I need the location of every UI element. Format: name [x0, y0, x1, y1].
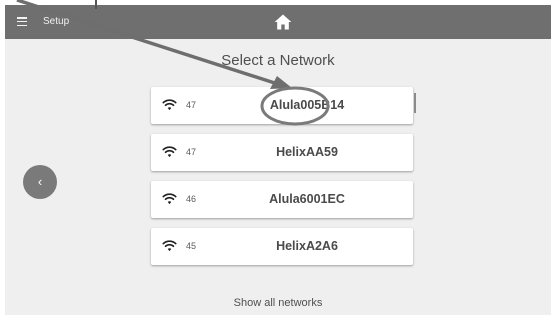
wifi-icon [162, 240, 177, 252]
hamburger-menu-icon[interactable] [17, 17, 27, 27]
network-name: Alula005B14 [269, 98, 345, 112]
network-item[interactable]: 47 Alula005B14 [151, 87, 413, 124]
network-name: HelixAA59 [276, 145, 338, 159]
signal-strength: 47 [186, 100, 197, 110]
home-icon[interactable] [273, 12, 293, 32]
signal-strength: 45 [186, 241, 197, 251]
network-name: Alula6001EC [269, 192, 345, 206]
chevron-left-icon: ‹ [37, 174, 43, 189]
wifi-icon [162, 193, 177, 205]
wifi-icon [162, 99, 177, 111]
network-item[interactable]: 47 HelixAA59 [151, 134, 413, 171]
signal-strength: 47 [186, 147, 197, 157]
show-all-networks-link[interactable]: Show all networks [5, 296, 551, 310]
network-name: HelixA2A6 [276, 239, 338, 253]
app-bar-title: Setup [43, 16, 70, 27]
setup-screen: Setup Select a Network ‹ 47 Alula005B14 [0, 0, 556, 315]
back-button[interactable]: ‹ [23, 165, 57, 199]
network-item[interactable]: 46 Alula6001EC [151, 181, 413, 218]
signal-strength: 46 [186, 194, 197, 204]
network-item[interactable]: 45 HelixA2A6 [151, 228, 413, 265]
network-list: 47 Alula005B14 47 HelixAA59 46 Alula6001… [151, 87, 413, 275]
main-content: Select a Network ‹ 47 Alula005B14 47 Hel… [5, 39, 551, 315]
scrollbar-thumb[interactable] [414, 93, 416, 113]
page-title: Select a Network [221, 52, 335, 69]
wifi-icon [162, 146, 177, 158]
app-bar: Setup [5, 5, 551, 39]
